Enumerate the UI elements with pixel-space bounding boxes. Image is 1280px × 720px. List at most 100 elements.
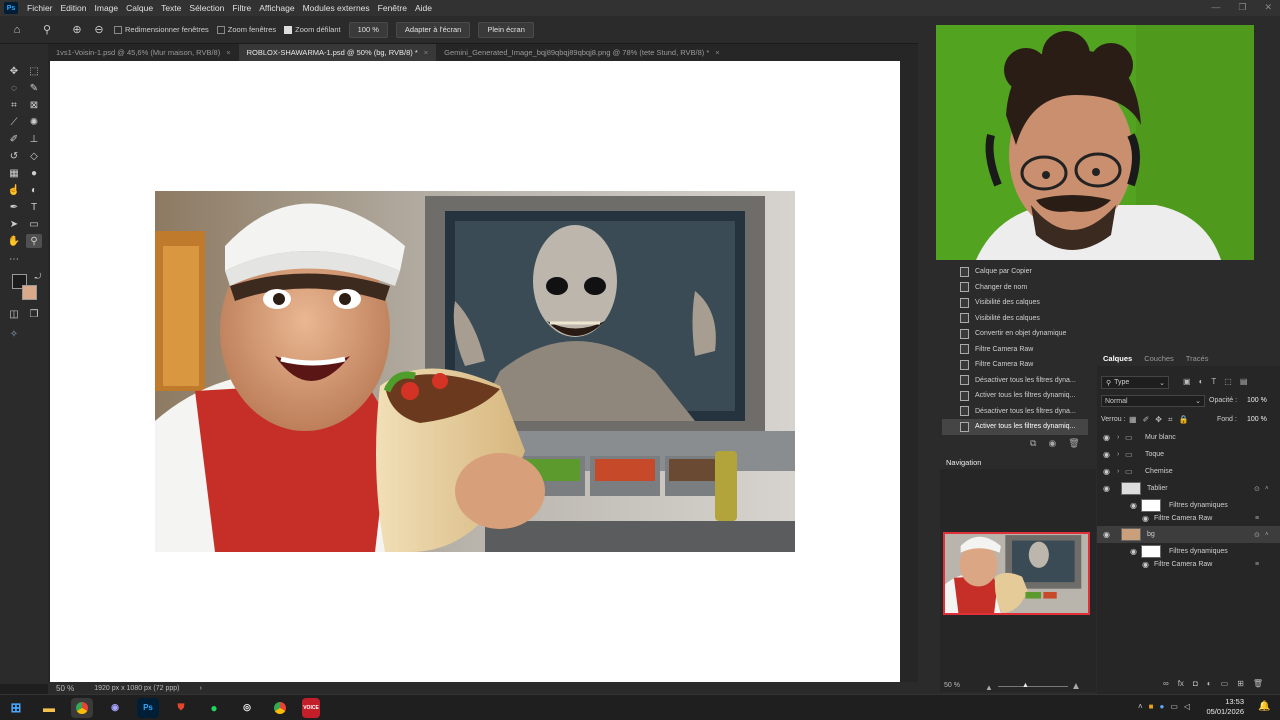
frame-tool-icon[interactable]: ⊠	[26, 98, 42, 112]
menu-texte[interactable]: Texte	[157, 3, 185, 13]
brave-icon[interactable]: ⛊	[170, 698, 192, 718]
zoom-value-field[interactable]: 100 %	[348, 21, 388, 38]
lock-all-icon[interactable]: 🔒	[1178, 415, 1188, 425]
new-group-icon[interactable]: ▭	[1221, 679, 1229, 688]
adjustment-layer-icon[interactable]: ◐	[1207, 679, 1212, 688]
crop-tool-icon[interactable]: ⌗	[6, 98, 22, 112]
chevron-right-icon[interactable]: ›	[1117, 434, 1119, 441]
lock-pixels-icon[interactable]: ✐	[1143, 415, 1150, 425]
menu-aide[interactable]: Aide	[411, 3, 436, 13]
spot-healing-tool-icon[interactable]: ✺	[26, 115, 42, 129]
history-item[interactable]: Désactiver tous les filtres dyna...	[942, 373, 1088, 389]
tab-couches[interactable]: Couches	[1144, 354, 1174, 363]
notifications-icon[interactable]: 🔔	[1258, 701, 1270, 712]
layer-tablier[interactable]: ◉ Tablier ⊙ ˄	[1097, 480, 1280, 497]
home-icon[interactable]: ⌂	[10, 23, 24, 37]
history-item[interactable]: Visibilité des calques	[942, 311, 1088, 327]
eye-icon[interactable]: ◉	[1130, 501, 1137, 510]
thumbnail-image[interactable]	[155, 191, 795, 552]
blend-mode-select[interactable]: Normal ⌄	[1101, 395, 1205, 407]
zoom-in-icon[interactable]: ⊕	[70, 23, 84, 37]
file-explorer-icon[interactable]: ▬	[38, 698, 60, 718]
chevron-right-icon[interactable]: ›	[199, 685, 201, 692]
stamp-tool-icon[interactable]: ⊥	[26, 132, 42, 146]
marquee-tool-icon[interactable]: ⬚	[26, 64, 42, 78]
menu-calque[interactable]: Calque	[122, 3, 157, 13]
menu-image[interactable]: Image	[91, 3, 123, 13]
menu-fichier[interactable]: Fichier	[23, 3, 57, 13]
eye-icon[interactable]: ◉	[1103, 484, 1110, 493]
history-item[interactable]: Activer tous les filtres dynamiq...	[942, 388, 1088, 404]
resize-windows-checkbox[interactable]: Redimensionner fenêtres	[114, 25, 209, 34]
eye-icon[interactable]: ◉	[1103, 433, 1110, 442]
camera-raw-filter-row[interactable]: ◉ Filtre Camera Raw ≡	[1097, 558, 1280, 571]
filter-options-icon[interactable]: ≡	[1255, 561, 1259, 568]
new-layer-icon[interactable]: ⊞	[1237, 679, 1244, 688]
eraser-tool-icon[interactable]: ◇	[26, 149, 42, 163]
document-canvas[interactable]	[50, 61, 900, 682]
close-tab-icon[interactable]: ×	[424, 48, 428, 57]
history-item[interactable]: Changer de nom	[942, 280, 1088, 296]
navigator-zoom[interactable]: 50 %	[944, 682, 960, 689]
chevron-up-icon[interactable]: ˄	[1138, 702, 1143, 711]
photoshop-taskbar-icon[interactable]: Ps	[137, 697, 159, 718]
full-screen-button[interactable]: Plein écran	[478, 21, 534, 38]
close-tab-icon[interactable]: ×	[715, 48, 719, 57]
layer-group-mur-blanc[interactable]: ◉ › ▭ Mur blanc	[1097, 429, 1280, 446]
windows-start-icon[interactable]: ⊞	[5, 698, 27, 718]
chrome-alt-icon[interactable]	[269, 698, 291, 718]
menu-edition[interactable]: Edition	[57, 3, 91, 13]
mountain-large-icon[interactable]: ▲	[1071, 681, 1081, 692]
navigator-zoom-slider[interactable]	[998, 686, 1068, 687]
chevron-up-icon[interactable]: ˄	[1265, 486, 1269, 492]
generative-icon[interactable]: ✧	[6, 327, 22, 341]
path-select-tool-icon[interactable]: ➤	[6, 217, 22, 231]
menu-modules[interactable]: Modules externes	[299, 3, 374, 13]
smudge-tool-icon[interactable]: ☝	[6, 183, 22, 197]
chrome-icon[interactable]	[71, 697, 93, 718]
history-item[interactable]: Filtre Camera Raw	[942, 342, 1088, 358]
eye-icon[interactable]: ◉	[1142, 514, 1149, 523]
spotify-icon[interactable]: ●	[203, 698, 225, 718]
menu-fenetre[interactable]: Fenêtre	[374, 3, 411, 13]
camera-raw-filter-row[interactable]: ◉ Filtre Camera Raw ≡	[1097, 512, 1280, 525]
menu-filtre[interactable]: Filtre	[228, 3, 255, 13]
eye-icon[interactable]: ◉	[1103, 450, 1110, 459]
lock-transparency-icon[interactable]: ▦	[1129, 415, 1137, 425]
opacity-field[interactable]: 100 %	[1247, 397, 1267, 404]
zoom-out-icon[interactable]: ⊖	[92, 23, 106, 37]
snapshot-icon[interactable]: ◉	[1048, 438, 1056, 449]
fill-field[interactable]: 100 %	[1247, 416, 1267, 423]
fit-screen-button[interactable]: Adapter à l'écran	[395, 21, 471, 38]
tray-bluetooth-icon[interactable]: ●	[1160, 702, 1165, 711]
filter-shape-icon[interactable]: ⬚	[1224, 377, 1232, 386]
more-tools-icon[interactable]: ⋯	[6, 252, 22, 266]
maximize-icon[interactable]: ❐	[1238, 2, 1246, 13]
filter-pixel-icon[interactable]: ▣	[1183, 377, 1191, 386]
scrubby-zoom-checkbox[interactable]: Zoom défilant	[284, 25, 341, 34]
lock-position-icon[interactable]: ✥	[1155, 415, 1162, 425]
tray-app-icon[interactable]: ■	[1149, 702, 1154, 711]
layer-group-chemise[interactable]: ◉ › ▭ Chemise	[1097, 463, 1280, 480]
eye-icon[interactable]: ◉	[1130, 547, 1137, 556]
eyedropper-tool-icon[interactable]: ⟋	[6, 115, 22, 129]
close-icon[interactable]: ✕	[1264, 2, 1272, 13]
zoom-level[interactable]: 50 %	[56, 684, 74, 693]
tab-voisin[interactable]: 1vs1-Voisin-1.psd @ 45,6% (Mur maison, R…	[48, 44, 239, 61]
history-item[interactable]: Désactiver tous les filtres dyna...	[942, 404, 1088, 420]
slider-handle-icon[interactable]: ▲	[1022, 682, 1029, 689]
discord-icon[interactable]: ◉	[104, 698, 126, 718]
lock-artboard-icon[interactable]: ⌗	[1168, 415, 1173, 425]
history-item-current[interactable]: Activer tous les filtres dynamiq...	[942, 419, 1088, 435]
network-icon[interactable]: ▭	[1170, 702, 1178, 711]
mountain-small-icon[interactable]: ▲	[985, 683, 993, 692]
quick-mask-icon[interactable]: ◫	[6, 307, 22, 321]
zoom-tool-icon[interactable]: ⚲	[40, 23, 54, 37]
rectangle-tool-icon[interactable]: ▭	[26, 217, 42, 231]
navigator-preview[interactable]	[943, 532, 1090, 615]
tab-gemini[interactable]: Gemini_Generated_Image_bqj89qbqj89qbqj8.…	[436, 44, 728, 61]
history-item[interactable]: Calque par Copier	[942, 264, 1088, 280]
pen-tool-icon[interactable]: ✒	[6, 200, 22, 214]
layer-bg[interactable]: ◉ bg ⊙ ˄	[1097, 526, 1280, 543]
filter-adjustment-icon[interactable]: ◐	[1199, 377, 1204, 386]
